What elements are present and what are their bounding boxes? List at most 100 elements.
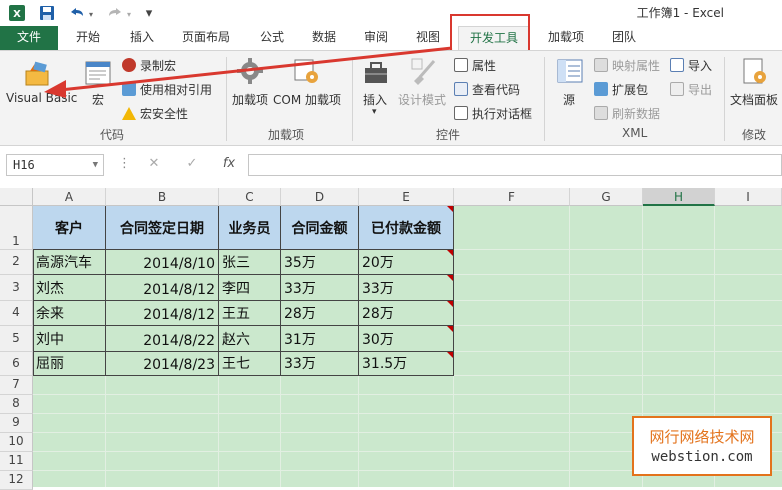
column-header-g[interactable]: G xyxy=(570,188,643,206)
table-cell[interactable]: 余来 xyxy=(33,301,106,326)
table-cell[interactable]: 王七 xyxy=(219,352,281,376)
table-cell[interactable]: 33万 xyxy=(281,352,359,376)
comment-indicator-icon xyxy=(447,326,453,332)
cell-text: 33万 xyxy=(284,356,316,372)
table-header-cell[interactable]: 合同金额 xyxy=(281,206,359,250)
table-cell[interactable]: 31万 xyxy=(281,326,359,352)
column-header-d[interactable]: D xyxy=(281,188,359,206)
select-all-corner[interactable] xyxy=(0,188,33,206)
table-cell[interactable]: 赵六 xyxy=(219,326,281,352)
cell-text: 屈丽 xyxy=(36,356,64,372)
comment-indicator-icon xyxy=(447,206,453,212)
column-header-b[interactable]: B xyxy=(106,188,219,206)
cell-text: 33万 xyxy=(284,281,316,297)
cell-text: 张三 xyxy=(222,255,250,271)
row-header[interactable]: 3 xyxy=(0,275,33,301)
column-header-e[interactable]: E xyxy=(359,188,454,206)
table-cell[interactable]: 28万 xyxy=(359,301,454,326)
table-cell[interactable]: 30万 xyxy=(359,326,454,352)
cell-text: 2014/8/12 xyxy=(143,307,215,323)
column-header-h[interactable]: H xyxy=(643,188,715,206)
gridline xyxy=(33,413,782,414)
table-header-cell[interactable]: 客户 xyxy=(33,206,106,250)
row-header[interactable]: 12 xyxy=(0,471,33,490)
cell-text: 28万 xyxy=(284,306,316,322)
cell-text: 刘中 xyxy=(36,332,64,348)
table-cell[interactable]: 2014/8/12 xyxy=(106,275,219,301)
table-cell[interactable]: 张三 xyxy=(219,250,281,275)
cancel-icon[interactable]: ✕ xyxy=(142,154,166,176)
row-header[interactable]: 2 xyxy=(0,250,33,275)
table-cell[interactable]: 王五 xyxy=(219,301,281,326)
cell-text: 2014/8/12 xyxy=(143,282,215,298)
formula-bar-grip-icon: ⋮ xyxy=(118,156,131,171)
row-header[interactable]: 8 xyxy=(0,395,33,414)
table-cell[interactable]: 35万 xyxy=(281,250,359,275)
insert-function-icon[interactable]: fx xyxy=(216,154,242,176)
column-header-c[interactable]: C xyxy=(219,188,281,206)
cell-text: 客户 xyxy=(55,220,83,237)
comment-indicator-icon xyxy=(447,301,453,307)
table-header-cell[interactable]: 已付款金额 xyxy=(359,206,454,250)
cell-text: 31.5万 xyxy=(362,356,408,372)
column-header-i[interactable]: I xyxy=(715,188,782,206)
cell-text: 刘杰 xyxy=(36,281,64,297)
cell-text: 合同金额 xyxy=(291,220,348,237)
cell-text: 33万 xyxy=(362,281,394,297)
table-cell[interactable]: 20万 xyxy=(359,250,454,275)
table-cell[interactable]: 李四 xyxy=(219,275,281,301)
formula-input[interactable] xyxy=(248,154,782,176)
cell-text: 高源汽车 xyxy=(36,255,92,271)
name-box[interactable]: H16 ▼ xyxy=(6,154,104,176)
row-header[interactable]: 4 xyxy=(0,301,33,326)
table-cell[interactable]: 2014/8/12 xyxy=(106,301,219,326)
name-box-value: H16 xyxy=(13,158,35,172)
watermark-line1: 网行网络技术网 xyxy=(649,428,755,446)
table-cell[interactable]: 28万 xyxy=(281,301,359,326)
cell-text: 李四 xyxy=(222,281,250,297)
comment-indicator-icon xyxy=(447,275,453,281)
row-header[interactable]: 1 xyxy=(0,206,33,250)
cell-text: 35万 xyxy=(284,255,316,271)
cell-text: 业务员 xyxy=(228,220,271,237)
cell-text: 合同签定日期 xyxy=(120,220,204,237)
cell-text: 2014/8/23 xyxy=(143,357,215,373)
gridline xyxy=(33,394,782,395)
table-cell[interactable]: 高源汽车 xyxy=(33,250,106,275)
table-cell[interactable]: 31.5万 xyxy=(359,352,454,376)
table-cell[interactable]: 屈丽 xyxy=(33,352,106,376)
name-box-dropdown-icon[interactable]: ▼ xyxy=(93,155,98,175)
table-cell[interactable]: 刘杰 xyxy=(33,275,106,301)
cell-text: 王五 xyxy=(222,306,250,322)
watermark: 网行网络技术网 webstion.com xyxy=(632,416,772,476)
cell-text: 2014/8/10 xyxy=(143,256,215,272)
formula-bar: H16 ▼ ⋮ ✕ ✓ fx xyxy=(0,146,782,188)
table-header-cell[interactable]: 合同签定日期 xyxy=(106,206,219,250)
cell-text: 20万 xyxy=(362,255,394,271)
row-header[interactable]: 5 xyxy=(0,326,33,352)
table-cell[interactable]: 2014/8/23 xyxy=(106,352,219,376)
table-cell[interactable]: 2014/8/22 xyxy=(106,326,219,352)
cell-text: 30万 xyxy=(362,332,394,348)
cell-text: 28万 xyxy=(362,306,394,322)
row-header[interactable]: 11 xyxy=(0,452,33,471)
table-header-cell[interactable]: 业务员 xyxy=(219,206,281,250)
table-cell[interactable]: 33万 xyxy=(359,275,454,301)
cell-text: 王七 xyxy=(222,356,250,372)
cell-text: 已付款金额 xyxy=(371,220,441,237)
comment-indicator-icon xyxy=(447,250,453,256)
row-header[interactable]: 9 xyxy=(0,414,33,433)
row-header[interactable]: 10 xyxy=(0,433,33,452)
column-header-f[interactable]: F xyxy=(454,188,570,206)
column-header-a[interactable]: A xyxy=(33,188,106,206)
enter-icon[interactable]: ✓ xyxy=(180,154,204,176)
row-header[interactable]: 6 xyxy=(0,352,33,376)
cell-text: 余来 xyxy=(36,306,64,322)
row-header[interactable]: 7 xyxy=(0,376,33,395)
cell-text: 2014/8/22 xyxy=(143,333,215,349)
table-cell[interactable]: 33万 xyxy=(281,275,359,301)
cell-text: 31万 xyxy=(284,332,316,348)
cell-text: 赵六 xyxy=(222,332,250,348)
table-cell[interactable]: 刘中 xyxy=(33,326,106,352)
table-cell[interactable]: 2014/8/10 xyxy=(106,250,219,275)
